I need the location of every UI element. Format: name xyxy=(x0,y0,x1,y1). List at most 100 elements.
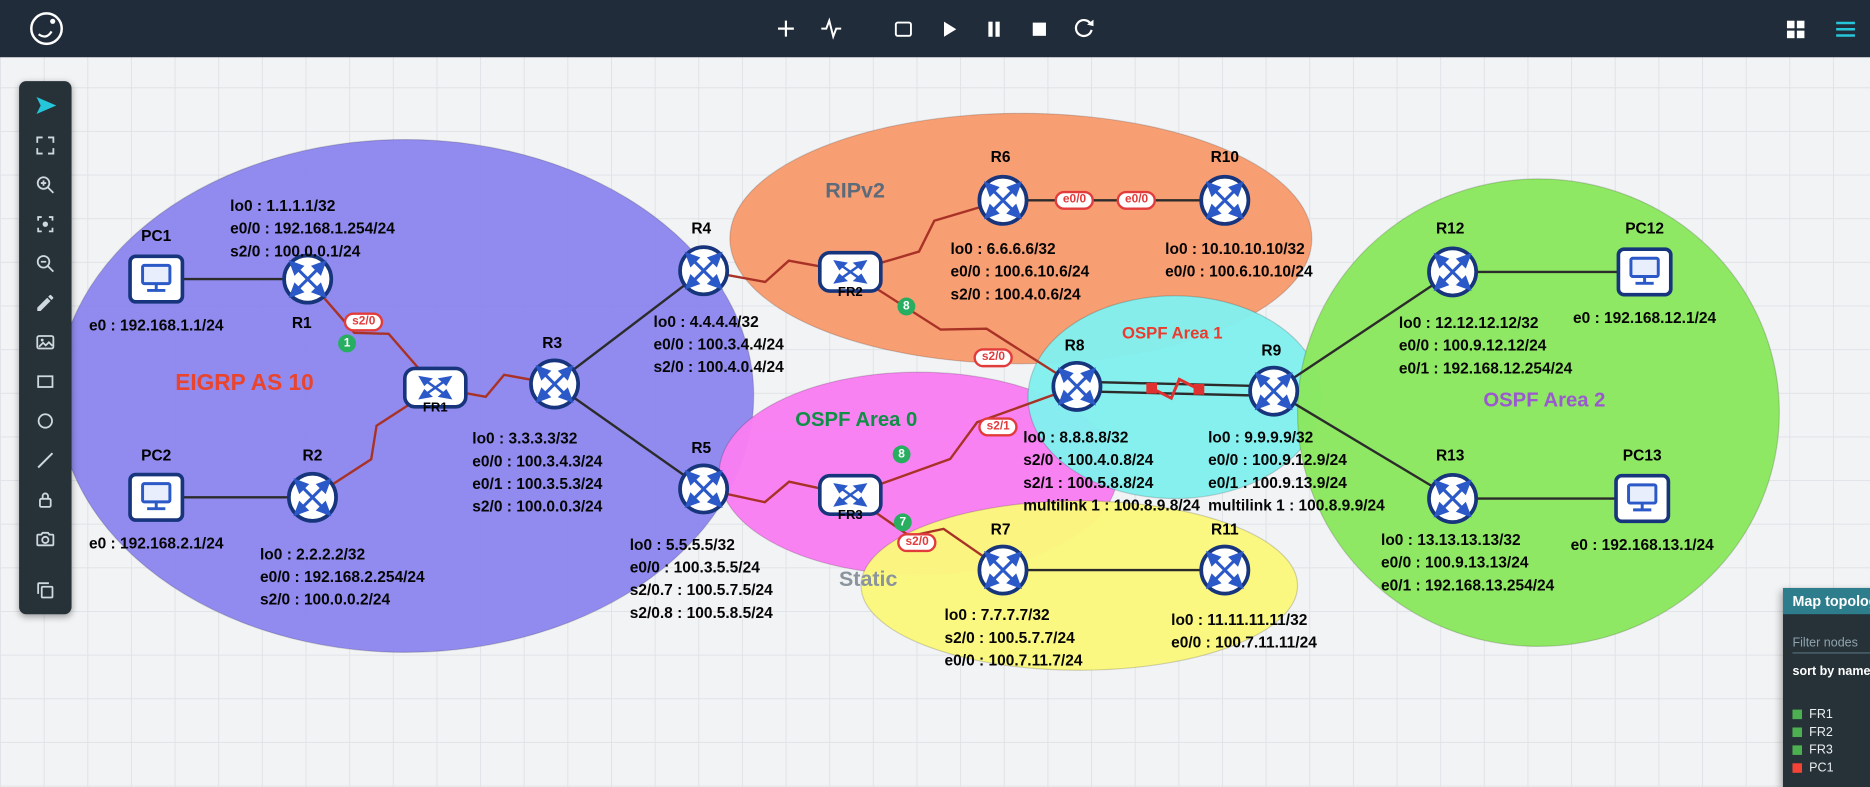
interface-label-3-s2-0[interactable]: s2/0 xyxy=(973,348,1013,367)
node-label-R4[interactable]: R4 xyxy=(691,219,711,237)
node-R4[interactable] xyxy=(676,243,731,298)
node-info-R10[interactable]: lo0 : 10.10.10.10/32e0/0 : 100.6.10.10/2… xyxy=(1165,237,1312,282)
fit-to-screen-tool[interactable] xyxy=(19,125,71,164)
draw-pencil-tool[interactable] xyxy=(19,283,71,322)
interface-label-0-s2-0[interactable]: s2/0 xyxy=(344,312,384,331)
zone-label-static[interactable]: Static xyxy=(839,567,897,592)
node-info-R12[interactable]: lo0 : 12.12.12.12/32e0/0 : 100.9.12.12/2… xyxy=(1399,311,1572,379)
summary-item-PC1[interactable]: PC1 xyxy=(1783,758,1870,776)
draw-rectangle-tool[interactable] xyxy=(19,361,71,400)
node-label-PC2[interactable]: PC2 xyxy=(141,446,171,464)
node-info-R5[interactable]: lo0 : 5.5.5.5/32e0/0 : 100.3.5.5/24s2/0.… xyxy=(630,533,773,624)
zoom-in-tool[interactable] xyxy=(19,165,71,204)
link-activity-button[interactable] xyxy=(811,8,852,49)
node-label-R9[interactable]: R9 xyxy=(1261,341,1281,359)
suspend-nodes-button[interactable] xyxy=(973,8,1014,49)
node-label-R2[interactable]: R2 xyxy=(303,446,323,464)
node-info-R11[interactable]: lo0 : 11.11.11.11/32e0/0 : 100.7.11.11/2… xyxy=(1171,608,1317,653)
node-label-R6[interactable]: R6 xyxy=(991,148,1011,166)
zone-label-ripv2[interactable]: RIPv2 xyxy=(825,178,885,203)
zone-label-ospf-area-2[interactable]: OSPF Area 2 xyxy=(1483,389,1605,413)
zone-label-ospf-area-1[interactable]: OSPF Area 1 xyxy=(1122,323,1223,342)
router-icon xyxy=(527,396,582,416)
node-PC1[interactable] xyxy=(128,254,185,304)
summary-item-FR2[interactable]: FR2 xyxy=(1783,723,1870,741)
topology-canvas[interactable]: EIGRP AS 10 RIPv2 OSPF Area 0 Static OSPF Ar… xyxy=(0,0,1870,787)
summary-item-FR1[interactable]: FR1 xyxy=(1783,705,1870,723)
node-label-R11[interactable]: R11 xyxy=(1211,520,1239,538)
node-R13[interactable] xyxy=(1425,471,1480,526)
add-node-button[interactable] xyxy=(766,8,807,49)
node-label-FR1[interactable]: FR1 xyxy=(423,401,448,415)
node-R6[interactable] xyxy=(976,173,1031,228)
node-R7[interactable] xyxy=(976,543,1031,598)
node-R9[interactable] xyxy=(1246,364,1301,419)
node-R12[interactable] xyxy=(1425,244,1480,299)
node-info-PC13[interactable]: e0 : 192.168.13.1/24 xyxy=(1571,533,1714,556)
port-status-badge-7-8[interactable]: 8 xyxy=(893,445,911,463)
node-info-R6[interactable]: lo0 : 6.6.6.6/32e0/0 : 100.6.10.6/24s2/0… xyxy=(951,237,1090,305)
screenshot-tool[interactable] xyxy=(19,519,71,558)
node-label-R12[interactable]: R12 xyxy=(1436,219,1464,237)
node-info-R3[interactable]: lo0 : 3.3.3.3/32e0/0 : 100.3.4.3/24e0/1 … xyxy=(472,427,602,518)
node-label-FR2[interactable]: FR2 xyxy=(838,285,863,299)
summary-item-name: FR1 xyxy=(1809,707,1833,721)
sort-by-name-toggle[interactable]: sort by name asc xyxy=(1792,664,1870,678)
node-label-FR3[interactable]: FR3 xyxy=(838,508,863,522)
draw-shape-button[interactable] xyxy=(883,8,924,49)
draw-line-tool[interactable] xyxy=(19,440,71,479)
node-R3[interactable] xyxy=(527,357,582,412)
node-label-R8[interactable]: R8 xyxy=(1065,336,1085,354)
node-label-R1[interactable]: R1 xyxy=(292,314,312,332)
node-R11[interactable] xyxy=(1197,543,1252,598)
node-info-R2[interactable]: lo0 : 2.2.2.2/32e0/0 : 192.168.2.254/24s… xyxy=(260,543,425,611)
reload-nodes-button[interactable] xyxy=(1064,8,1105,49)
node-info-R13[interactable]: lo0 : 13.13.13.13/32e0/0 : 100.9.13.13/2… xyxy=(1381,528,1554,596)
node-R8[interactable] xyxy=(1049,359,1104,414)
zoom-out-tool[interactable] xyxy=(19,243,71,282)
interface-label-9-s2-0[interactable]: s2/0 xyxy=(897,533,937,552)
node-label-R5[interactable]: R5 xyxy=(691,439,711,457)
lock-items-tool[interactable] xyxy=(19,479,71,518)
node-R5[interactable] xyxy=(676,462,731,517)
interface-label-5-e0-0[interactable]: e0/0 xyxy=(1117,191,1157,210)
node-info-R4[interactable]: lo0 : 4.4.4.4/32e0/0 : 100.3.4.4/24s2/0 … xyxy=(654,310,784,378)
node-label-PC13[interactable]: PC13 xyxy=(1623,446,1662,464)
node-PC12[interactable] xyxy=(1616,247,1673,297)
node-R10[interactable] xyxy=(1197,173,1252,228)
node-info-R1[interactable]: lo0 : 1.1.1.1/32e0/0 : 192.168.1.254/24s… xyxy=(230,194,395,262)
zone-label-ospf-area-0[interactable]: OSPF Area 0 xyxy=(795,408,917,432)
node-info-PC1[interactable]: e0 : 192.168.1.1/24 xyxy=(89,314,223,337)
node-label-PC12[interactable]: PC12 xyxy=(1625,219,1664,237)
port-status-badge-1-1[interactable]: 1 xyxy=(338,335,356,353)
interface-label-4-e0-0[interactable]: e0/0 xyxy=(1055,191,1095,210)
stop-nodes-button[interactable] xyxy=(1018,8,1059,49)
node-info-R9[interactable]: lo0 : 9.9.9.9/32e0/0 : 100.9.12.9/24e0/1… xyxy=(1208,426,1385,517)
filter-nodes-input[interactable] xyxy=(1792,633,1870,653)
node-label-R10[interactable]: R10 xyxy=(1211,148,1239,166)
widgets-grid-icon[interactable] xyxy=(1775,8,1816,49)
zone-label-eigrp-as-10[interactable]: EIGRP AS 10 xyxy=(175,371,314,397)
navigate-tool[interactable] xyxy=(19,86,71,125)
node-PC2[interactable] xyxy=(128,472,185,522)
node-PC13[interactable] xyxy=(1614,473,1671,523)
node-R2[interactable] xyxy=(285,470,340,525)
port-status-badge-2-8[interactable]: 8 xyxy=(897,298,915,316)
interface-label-6-s2-1[interactable]: s2/1 xyxy=(978,417,1018,436)
insert-image-tool[interactable] xyxy=(19,322,71,361)
start-nodes-button[interactable] xyxy=(928,8,969,49)
main-menu-icon[interactable] xyxy=(1825,8,1866,49)
node-label-R7[interactable]: R7 xyxy=(991,520,1011,538)
port-status-badge-8-7[interactable]: 7 xyxy=(894,513,912,531)
summary-item-FR3[interactable]: FR3 xyxy=(1783,741,1870,759)
node-label-R3[interactable]: R3 xyxy=(542,334,562,352)
node-label-R13[interactable]: R13 xyxy=(1436,446,1464,464)
node-info-R7[interactable]: lo0 : 7.7.7.7/32s2/0 : 100.5.7.7/24e0/0 … xyxy=(945,603,1083,671)
draw-ellipse-tool[interactable] xyxy=(19,401,71,440)
node-info-PC2[interactable]: e0 : 192.168.2.1/24 xyxy=(89,532,223,555)
node-label-PC1[interactable]: PC1 xyxy=(141,227,171,245)
node-info-PC12[interactable]: e0 : 192.168.12.1/24 xyxy=(1573,306,1716,329)
node-info-R8[interactable]: lo0 : 8.8.8.8/32s2/0 : 100.4.0.8/24s2/1 … xyxy=(1023,426,1200,517)
duplicate-tool[interactable] xyxy=(19,570,71,609)
center-view-tool[interactable] xyxy=(19,204,71,243)
